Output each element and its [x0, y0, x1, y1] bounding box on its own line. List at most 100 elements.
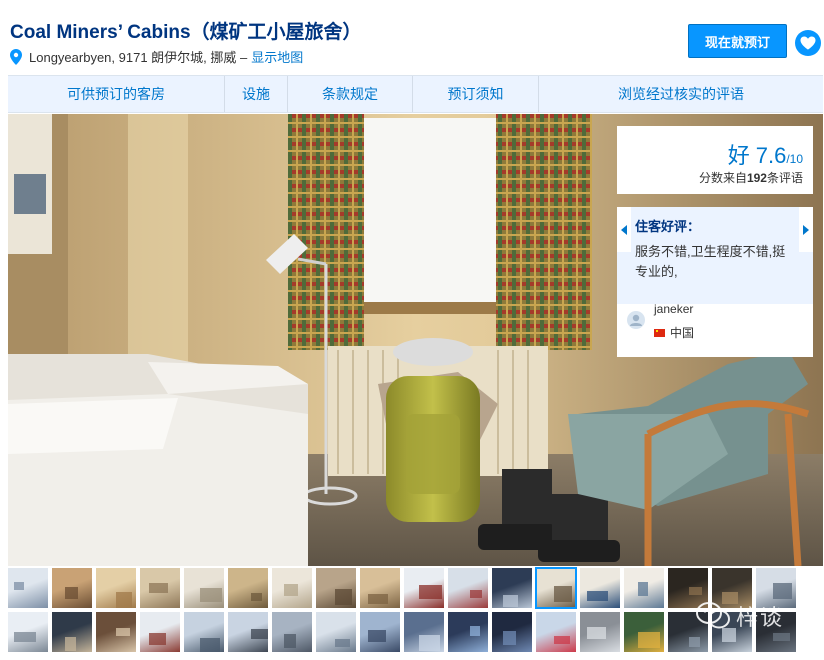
thumbnail-detail [587, 627, 606, 639]
thumbnail-detail [251, 629, 268, 639]
photo-thumbnail[interactable] [624, 612, 664, 652]
thumbnail-detail [251, 593, 262, 601]
photo-thumbnail[interactable] [316, 612, 356, 652]
thumbnail-detail [14, 632, 36, 642]
thumbnail-detail [149, 583, 168, 593]
show-map-link[interactable]: 显示地图 [251, 47, 303, 66]
photo-thumbnail[interactable] [140, 612, 180, 652]
wechat-icon [696, 602, 730, 629]
book-now-button[interactable]: 现在就预订 [688, 24, 787, 58]
photo-thumbnail[interactable] [316, 568, 356, 608]
tab-facilities[interactable]: 设施 [225, 76, 288, 112]
thumbnail-detail [368, 630, 386, 642]
thumbnail-detail [689, 587, 702, 595]
score-sub-prefix: 分数来自 [698, 171, 747, 185]
thumbnail-detail [470, 626, 480, 636]
review-next-button[interactable] [799, 207, 813, 252]
thumbnail-detail [638, 632, 660, 648]
photo-thumbnail[interactable] [535, 567, 577, 609]
review-count: 192 [746, 171, 767, 185]
score-line: 好 7.6/10 [728, 138, 803, 170]
photo-thumbnail[interactable] [624, 568, 664, 608]
tab-verified-reviews[interactable]: 浏览经过核实的评语 [539, 76, 823, 112]
thumbnail-detail [368, 594, 388, 604]
photo-thumbnail[interactable] [272, 568, 312, 608]
hotel-header: Coal Miners’ Cabins（煤矿工小屋旅舍） Longyearbye… [0, 0, 824, 72]
map-pin-icon [10, 48, 22, 65]
save-favorite-button[interactable] [795, 30, 821, 56]
review-heading: 住客好评： [635, 219, 701, 234]
score-word: 好 [727, 143, 750, 168]
photo-thumbnail[interactable] [536, 612, 576, 652]
watermark-text: 梓谈 [736, 605, 785, 630]
score-sub-suffix: 条评语 [766, 171, 803, 185]
chevron-right-icon [803, 224, 809, 235]
photo-thumbnail[interactable] [272, 612, 312, 652]
tab-booking-notes[interactable]: 预订须知 [413, 76, 539, 112]
hotel-title: Coal Miners’ Cabins（煤矿工小屋旅舍） [10, 22, 362, 43]
photo-thumbnail[interactable] [8, 568, 48, 608]
photo-thumbnail[interactable] [96, 568, 136, 608]
heart-icon [800, 36, 816, 50]
thumbnail-detail [773, 583, 792, 599]
review-prev-button[interactable] [617, 207, 631, 252]
review-snippet: 住客好评： 服务不错,卫生程度不错,挺专业的, [617, 207, 813, 304]
photo-thumbnail[interactable] [360, 568, 400, 608]
photo-thumbnail[interactable] [184, 612, 224, 652]
thumbnail-detail [587, 591, 608, 601]
photo-thumbnail[interactable] [228, 612, 268, 652]
tab-available-rooms[interactable]: 可供预订的客房 [8, 76, 225, 112]
thumbnail-detail [65, 587, 78, 599]
review-text: 服务不错,卫生程度不错,挺专业的, [635, 244, 786, 279]
photo-thumbnail[interactable] [404, 568, 444, 608]
photo-thumbnail[interactable] [492, 568, 532, 608]
reviewer-name: janeker [654, 302, 694, 316]
thumbnail-detail [116, 592, 132, 608]
reviewer-avatar [627, 311, 645, 329]
tab-policies[interactable]: 条款规定 [288, 76, 413, 112]
score-value: 7.6 [755, 143, 787, 168]
thumbnail-detail [503, 631, 516, 645]
photo-thumbnail[interactable] [8, 612, 48, 652]
thumbnail-detail [335, 589, 352, 605]
guest-review-card: 住客好评： 服务不错,卫生程度不错,挺专业的, janeker 中国 [617, 207, 813, 357]
thumbnail-detail [284, 634, 296, 648]
reviewer-country: 中国 [654, 324, 694, 341]
photo-thumbnail[interactable] [96, 612, 136, 652]
user-icon [630, 314, 642, 326]
photo-thumbnail[interactable] [448, 612, 488, 652]
hotel-nav-tabs: 可供预订的客房 设施 条款规定 预订须知 浏览经过核实的评语 [8, 75, 823, 113]
watermark: 梓谈 [696, 598, 808, 634]
photo-thumbnail[interactable] [580, 568, 620, 608]
photo-thumbnail[interactable] [184, 568, 224, 608]
thumbnail-detail [149, 633, 166, 645]
thumbnail-detail [419, 585, 442, 599]
thumbnail-detail [65, 637, 76, 651]
photo-thumbnail[interactable] [228, 568, 268, 608]
chevron-left-icon [621, 224, 627, 235]
thumbnail-detail [554, 586, 572, 602]
photo-thumbnail[interactable] [360, 612, 400, 652]
photo-thumbnail[interactable] [492, 612, 532, 652]
thumbnail-detail [503, 595, 518, 607]
thumbnail-detail [335, 639, 350, 647]
address-text: Longyearbyen, 9171 朗伊尔城, 挪威 – [29, 50, 248, 65]
thumbnail-detail [200, 638, 220, 652]
hotel-address: Longyearbyen, 9171 朗伊尔城, 挪威 – 显示地图 [10, 47, 303, 66]
score-review-count: 分数来自192条评语 [699, 169, 803, 186]
photo-thumbnail[interactable] [52, 612, 92, 652]
photo-thumbnail[interactable] [404, 612, 444, 652]
china-flag-icon [654, 328, 665, 337]
thumbnail-detail [689, 637, 700, 647]
photo-thumbnail[interactable] [140, 568, 180, 608]
thumbnail-detail [284, 584, 298, 596]
thumbnail-detail [470, 590, 482, 598]
photo-thumbnail[interactable] [448, 568, 488, 608]
review-score-card[interactable]: 好 7.6/10 分数来自192条评语 [617, 126, 813, 194]
photo-thumbnail[interactable] [580, 612, 620, 652]
score-denominator: /10 [786, 152, 803, 166]
thumbnail-detail [638, 582, 648, 596]
reviewer-country-name: 中国 [670, 326, 695, 340]
thumbnail-detail [200, 588, 222, 602]
photo-thumbnail[interactable] [52, 568, 92, 608]
